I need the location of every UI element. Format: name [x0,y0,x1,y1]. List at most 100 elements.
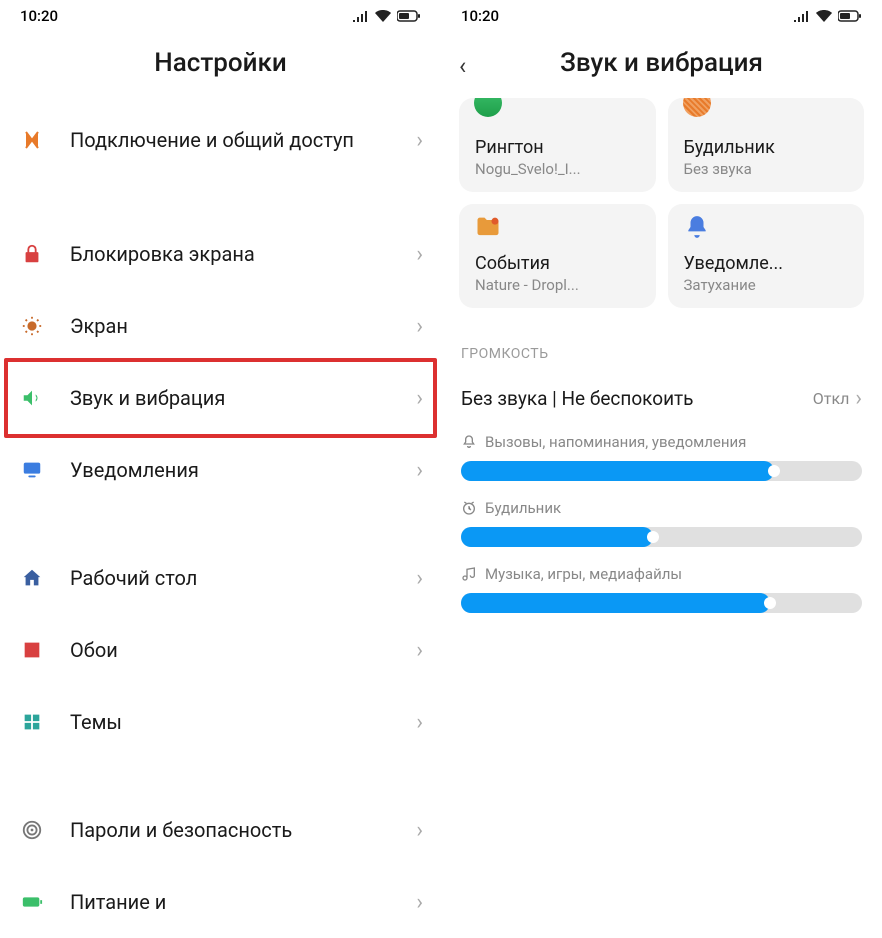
slider-thumb[interactable] [768,465,780,477]
item-battery[interactable]: Питание и › [0,866,441,938]
slider-label-text: Будильник [485,499,561,517]
tile-subtitle: Затухание [684,276,849,294]
status-time: 10:20 [461,7,499,25]
chevron-right-icon: › [416,818,423,843]
tile-subtitle: Nogu_Svelo!_I... [475,160,640,178]
sun-icon [18,312,46,340]
signal-icon [794,10,810,22]
item-label: Темы [70,709,416,735]
battery-icon [838,10,862,22]
item-home-screen[interactable]: Рабочий стол › [0,542,441,614]
battery-icon [397,10,421,22]
back-button[interactable]: ‹ [459,52,466,80]
status-time: 10:20 [20,7,58,25]
item-label: Подключение и общий доступ [70,127,416,153]
row-value: Откл [813,389,850,408]
status-icons [353,10,421,22]
tile-subtitle: Nature - Dropl... [475,276,640,294]
chevron-right-icon: › [416,314,423,339]
item-notifications[interactable]: Уведомления › [0,434,441,506]
slider-track[interactable] [461,461,862,481]
item-label: Питание и [70,889,416,915]
page-header: Настройки [0,32,441,98]
themes-icon [18,708,46,736]
slider-calls: Вызовы, напоминания, уведомления [441,423,882,489]
wifi-icon [375,10,391,22]
tile-title: События [475,253,640,274]
wallpaper-icon [18,636,46,664]
folder-icon [473,212,503,242]
slider-fill [461,593,770,613]
music-note-icon [461,566,477,582]
status-bar: 10:20 [441,0,882,32]
item-themes[interactable]: Темы › [0,686,441,758]
status-bar: 10:20 [0,0,441,32]
chevron-right-icon: › [416,638,423,663]
slider-label-text: Вызовы, напоминания, уведомления [485,433,746,451]
connection-icon [18,126,46,154]
sound-tiles: Рингтон Nogu_Svelo!_I... Будильник Без з… [441,98,882,324]
notifications-icon [18,456,46,484]
screen-sound: 10:20 ‹ Звук и вибрация Рингтон Nogu_Sve… [441,0,882,898]
slider-label-text: Музыка, игры, медиафайлы [485,565,682,583]
item-label: Экран [70,313,416,339]
slider-track[interactable] [461,593,862,613]
alarm-icon [682,98,712,118]
tile-title: Будильник [684,137,849,158]
tile-title: Рингтон [475,137,640,158]
item-label: Рабочий стол [70,565,416,591]
slider-fill [461,527,653,547]
tile-events[interactable]: События Nature - Dropl... [459,204,656,308]
slider-fill [461,461,774,481]
slider-media: Музыка, игры, медиафайлы [441,555,882,621]
page-title: Настройки [0,48,441,78]
signal-icon [353,10,369,22]
chevron-right-icon: › [416,566,423,591]
item-label: Блокировка экрана [70,241,416,267]
settings-list: Подключение и общий доступ › Блокировка … [0,98,441,938]
tile-title: Уведомле... [684,253,849,274]
lock-icon [18,240,46,268]
chevron-right-icon: › [416,710,423,735]
fingerprint-icon [18,816,46,844]
item-connection-sharing[interactable]: Подключение и общий доступ › [0,98,441,182]
bell-icon [682,212,712,242]
item-sound-vibration[interactable]: Звук и вибрация › [0,362,441,434]
chevron-right-icon: › [416,242,423,267]
chevron-right-icon: › [416,890,423,915]
tile-subtitle: Без звука [684,160,849,178]
bell-outline-icon [461,434,477,450]
tile-ringtone[interactable]: Рингтон Nogu_Svelo!_I... [459,98,656,192]
status-icons [794,10,862,22]
slider-label: Вызовы, напоминания, уведомления [461,433,862,451]
item-label: Обои [70,637,416,663]
tile-notifications[interactable]: Уведомле... Затухание [668,204,865,308]
row-label: Без звука | Не беспокоить [461,387,813,410]
battery-icon [18,888,46,916]
item-label: Звук и вибрация [70,385,416,411]
chevron-right-icon: › [416,386,423,411]
chevron-right-icon: › [416,458,423,483]
item-display[interactable]: Экран › [0,290,441,362]
slider-thumb[interactable] [764,597,776,609]
item-label: Пароли и безопасность [70,817,416,843]
ringtone-icon [473,98,503,118]
slider-thumb[interactable] [647,531,659,543]
wifi-icon [816,10,832,22]
screen-settings: 10:20 Настройки Подключение и общий дост… [0,0,441,898]
item-lockscreen[interactable]: Блокировка экрана › [0,218,441,290]
slider-track[interactable] [461,527,862,547]
section-volume-label: ГРОМКОСТЬ [441,324,882,374]
item-label: Уведомления [70,457,416,483]
slider-label: Музыка, игры, медиафайлы [461,565,862,583]
row-dnd[interactable]: Без звука | Не беспокоить Откл › [441,374,882,423]
home-icon [18,564,46,592]
tile-alarm[interactable]: Будильник Без звука [668,98,865,192]
chevron-right-icon: › [416,128,423,153]
slider-alarm: Будильник [441,489,882,555]
speaker-icon [18,384,46,412]
item-wallpaper[interactable]: Обои › [0,614,441,686]
page-header: ‹ Звук и вибрация [441,32,882,98]
chevron-right-icon: › [855,386,862,411]
item-security[interactable]: Пароли и безопасность › [0,794,441,866]
